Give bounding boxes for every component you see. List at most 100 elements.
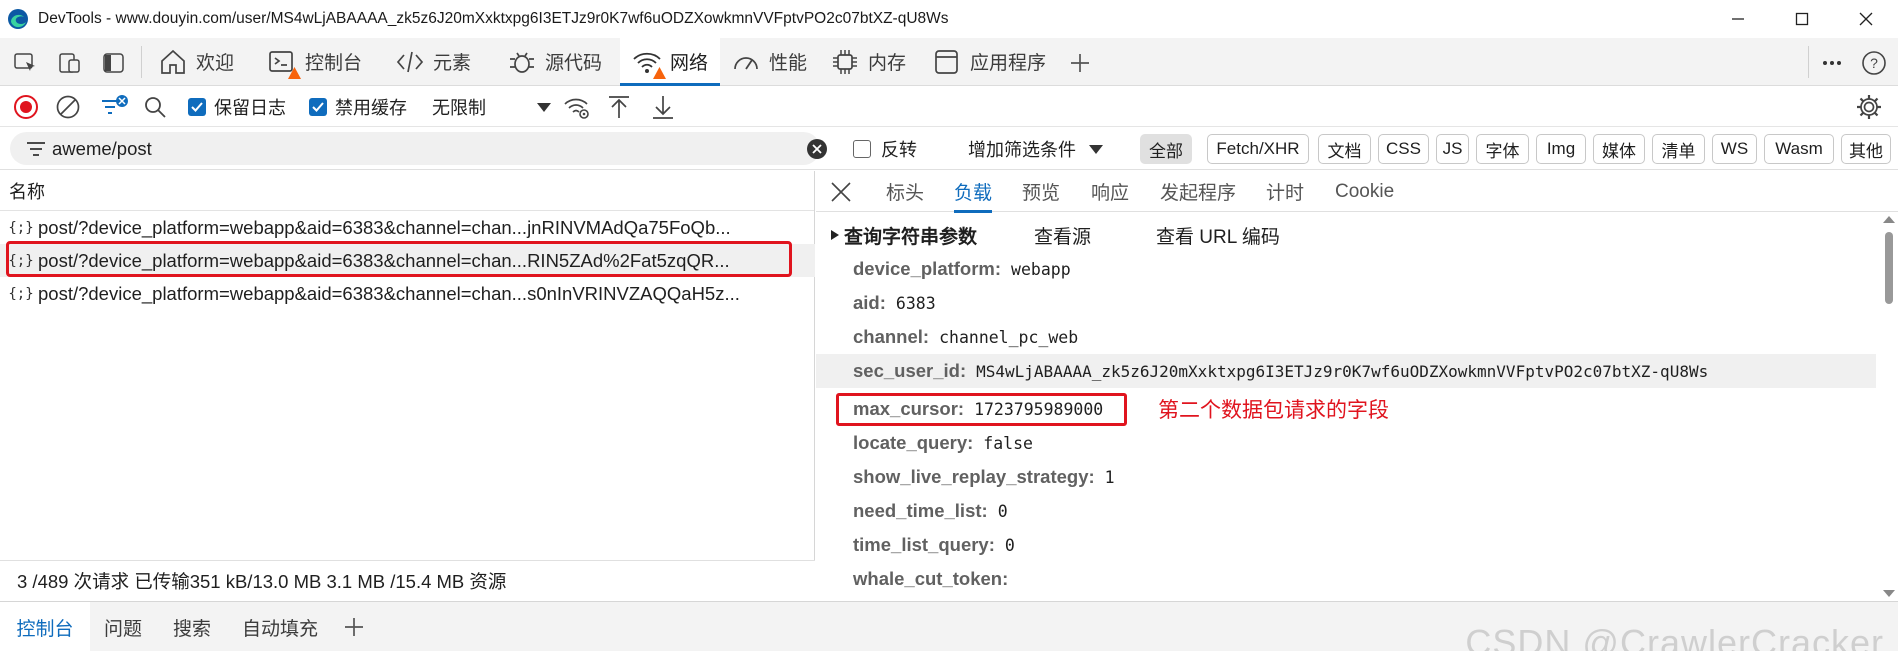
maximize-button[interactable]: [1770, 0, 1834, 38]
close-window-button[interactable]: [1834, 0, 1898, 38]
record-button[interactable]: [13, 87, 39, 127]
tab-application[interactable]: 应用程序: [932, 38, 1057, 85]
tab-label: 应用程序: [970, 53, 1047, 74]
tab-initiator[interactable]: 发起程序: [1160, 171, 1236, 212]
param-key: time_list_query:: [853, 534, 995, 555]
param-value: false: [983, 433, 1033, 453]
tab-timing[interactable]: 计时: [1266, 171, 1304, 212]
filter-type-img[interactable]: Img: [1536, 134, 1586, 164]
filter-toggle-button[interactable]: [100, 87, 130, 127]
minimize-button[interactable]: [1706, 0, 1770, 38]
filter-row: aweme/post 反转 增加筛选条件 全部 Fetch/XHR 文档 CSS…: [0, 128, 1898, 170]
tab-label: 元素: [433, 53, 472, 74]
tab-label: 内存: [868, 53, 907, 74]
inspect-icon: [14, 53, 35, 71]
checkbox-unchecked-icon: [853, 140, 871, 158]
drawer-tab-autofill[interactable]: 自动填充: [242, 602, 318, 651]
tab-console[interactable]: 控制台: [265, 38, 390, 85]
param-key: locate_query:: [853, 432, 974, 453]
filter-type-manifest[interactable]: 清单: [1652, 134, 1705, 164]
filter-type-font[interactable]: 字体: [1476, 134, 1529, 164]
tab-performance[interactable]: 性能: [728, 38, 823, 85]
request-detail-pane: 标头 负载 预览 响应 发起程序 计时 Cookie 查询字符串参数 查看源 查…: [816, 171, 1898, 601]
window-title: DevTools - www.douyin.com/user/MS4wLjABA…: [38, 10, 949, 27]
view-source-link[interactable]: 查看源: [1034, 222, 1091, 249]
param-row: sec_user_id: MS4wLjABAAAA_zk5z6J20mXxktx…: [816, 354, 1876, 388]
plus-icon: [1071, 54, 1089, 72]
preserve-log-checkbox[interactable]: 保留日志: [188, 87, 286, 127]
dock-side-button[interactable]: [100, 50, 128, 76]
filter-type-other[interactable]: 其他: [1841, 134, 1891, 164]
import-har-button[interactable]: [607, 87, 631, 127]
query-params-section-header[interactable]: 查询字符串参数 查看源 查看 URL 编码: [816, 218, 1876, 252]
filter-type-doc[interactable]: 文档: [1318, 134, 1371, 164]
clear-button[interactable]: [55, 87, 81, 127]
add-filter-label: 增加筛选条件: [968, 140, 1076, 160]
throttling-select[interactable]: 无限制: [432, 87, 552, 127]
request-row[interactable]: {;} post/?device_platform=webapp&aid=638…: [0, 211, 815, 244]
add-drawer-tab-button[interactable]: [343, 602, 365, 651]
upload-icon: [609, 96, 629, 118]
chevron-down-icon: [1089, 145, 1103, 154]
tab-memory[interactable]: 内存: [830, 38, 930, 85]
sidebar-toggle-icon: [103, 53, 124, 73]
close-detail-button[interactable]: [830, 171, 852, 212]
export-har-button[interactable]: [651, 87, 675, 127]
param-key: channel:: [853, 326, 930, 347]
tab-welcome[interactable]: 欢迎: [155, 38, 265, 85]
filter-icon: [27, 142, 45, 156]
request-row[interactable]: {;} post/?device_platform=webapp&aid=638…: [0, 277, 815, 310]
vertical-scrollbar[interactable]: [1880, 212, 1898, 601]
more-options-button[interactable]: [1818, 50, 1846, 76]
filter-type-all[interactable]: 全部: [1140, 134, 1192, 164]
filter-type-js[interactable]: JS: [1436, 134, 1469, 164]
json-request-icon: {;}: [8, 285, 34, 302]
disable-cache-checkbox[interactable]: 禁用缓存: [309, 87, 407, 127]
minimize-icon: [1732, 18, 1744, 20]
param-key: show_live_replay_strategy:: [853, 466, 1095, 487]
tab-elements[interactable]: 元素: [392, 38, 507, 85]
tab-response[interactable]: 响应: [1091, 171, 1129, 212]
clear-filter-icon[interactable]: [806, 138, 828, 160]
filter-input-box[interactable]: aweme/post: [10, 132, 827, 165]
filter-icon: [102, 95, 128, 114]
clear-icon: [56, 95, 80, 119]
add-filter-dropdown[interactable]: 增加筛选条件: [968, 128, 1104, 170]
invert-label: 反转: [881, 140, 917, 160]
param-key: aid:: [853, 292, 886, 313]
drawer-tab-console[interactable]: 控制台: [0, 602, 90, 651]
scroll-up-icon: [1883, 216, 1895, 223]
checkbox-checked-icon: [309, 98, 327, 116]
tab-preview[interactable]: 预览: [1022, 171, 1060, 212]
network-conditions-button[interactable]: [563, 87, 591, 127]
invert-checkbox[interactable]: 反转: [853, 128, 917, 170]
inspect-element-button[interactable]: [12, 50, 40, 76]
view-url-encoded-link[interactable]: 查看 URL 编码: [1156, 222, 1280, 249]
throttling-value: 无限制: [432, 98, 486, 118]
drawer-tab-search[interactable]: 搜索: [173, 602, 211, 651]
tab-headers[interactable]: 标头: [886, 171, 924, 212]
drawer-tab-issues[interactable]: 问题: [104, 602, 142, 651]
network-settings-button[interactable]: [1855, 87, 1883, 127]
tab-payload[interactable]: 负载: [954, 171, 993, 213]
filter-type-css[interactable]: CSS: [1378, 134, 1429, 164]
more-tools-button[interactable]: [1066, 50, 1094, 76]
help-button[interactable]: ?: [1860, 50, 1888, 76]
filter-type-ws[interactable]: WS: [1712, 134, 1757, 164]
toolbar-divider: [1808, 46, 1809, 78]
record-stop-icon: [14, 95, 38, 119]
filter-type-fetch-xhr[interactable]: Fetch/XHR: [1207, 134, 1309, 164]
search-button[interactable]: [143, 87, 167, 127]
name-column-header[interactable]: 名称: [0, 171, 814, 211]
filter-type-wasm[interactable]: Wasm: [1764, 134, 1834, 164]
scrollbar-thumb[interactable]: [1885, 232, 1893, 304]
filter-input[interactable]: aweme/post: [52, 138, 152, 160]
device-emulation-button[interactable]: [56, 50, 84, 76]
filter-type-media[interactable]: 媒体: [1593, 134, 1645, 164]
checkbox-checked-icon: [188, 98, 206, 116]
tab-cookies[interactable]: Cookie: [1335, 171, 1394, 212]
tab-sources[interactable]: 源代码: [507, 38, 622, 85]
preserve-log-label: 保留日志: [214, 98, 286, 118]
gear-icon: [1857, 95, 1881, 119]
tab-network[interactable]: 网络: [620, 38, 720, 86]
